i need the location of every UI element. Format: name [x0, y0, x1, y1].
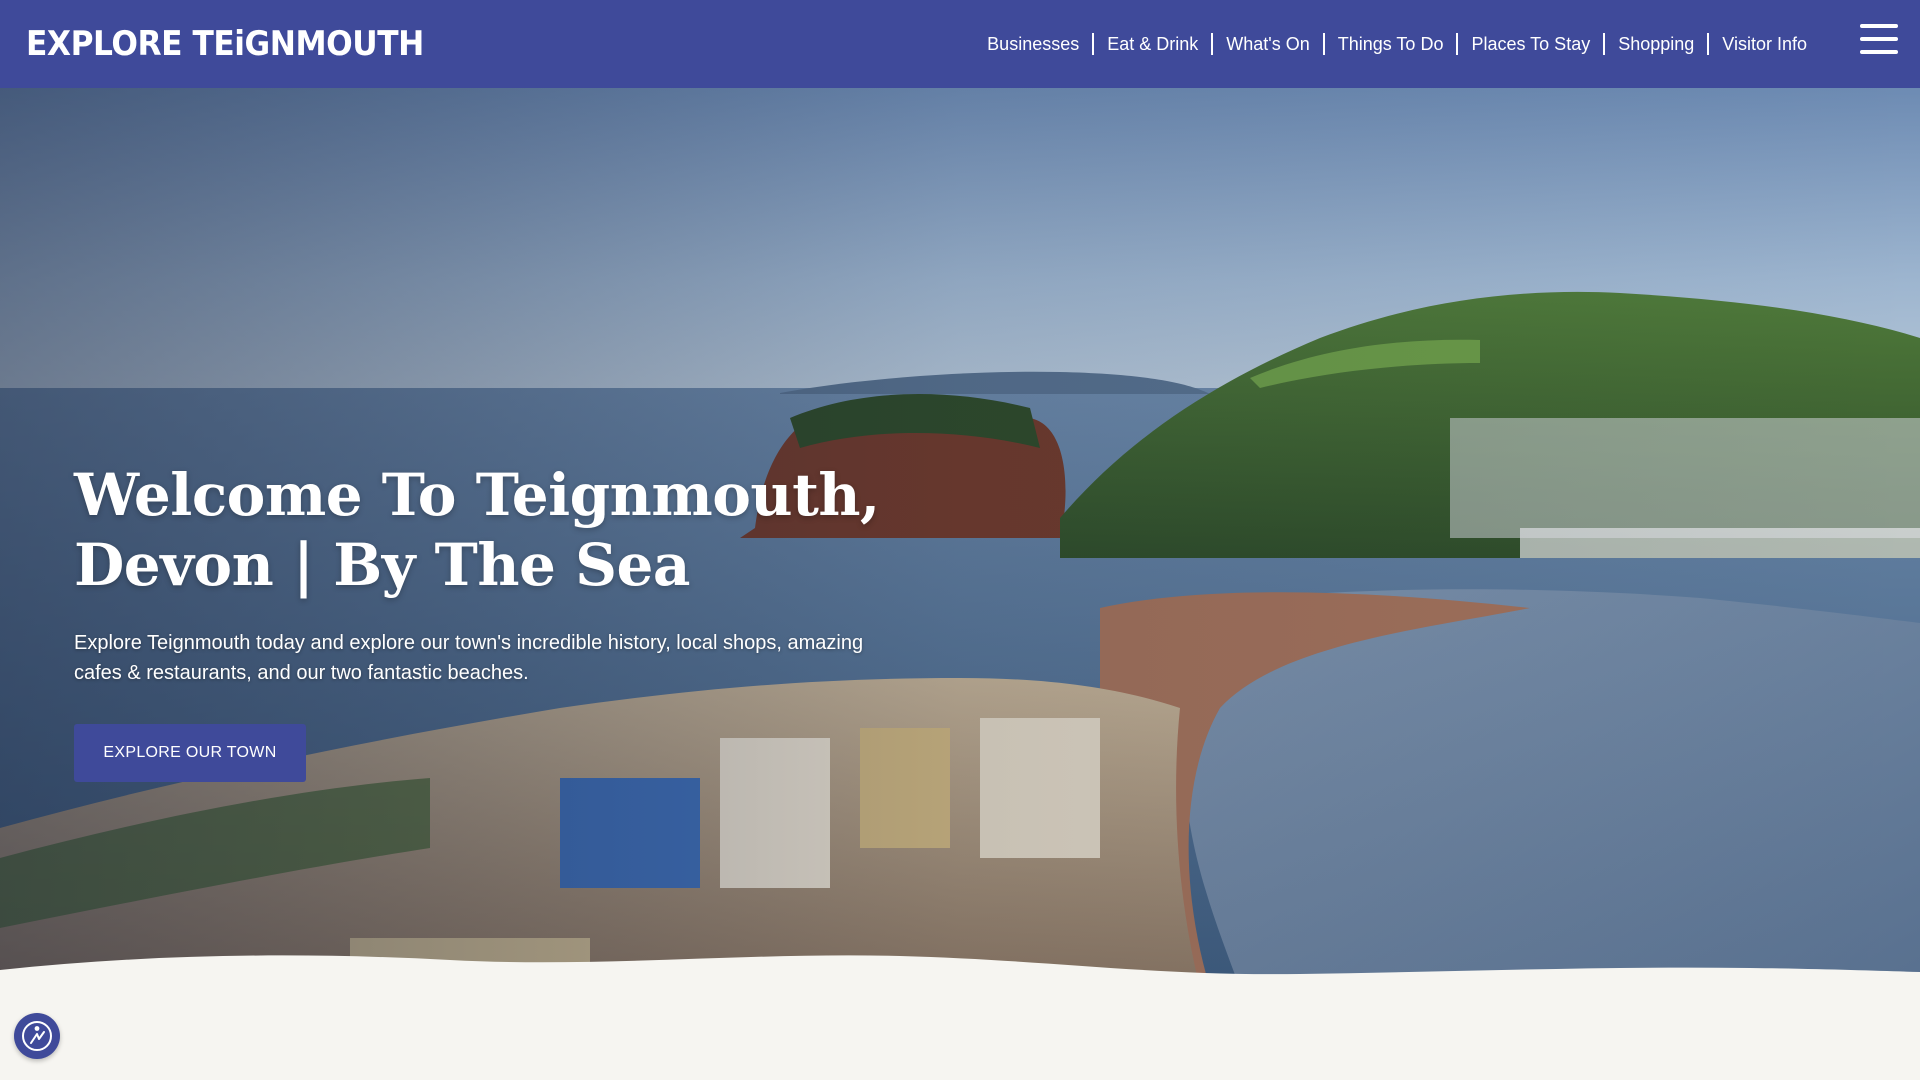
explore-our-town-button[interactable]: EXPLORE OUR TOWN: [74, 724, 306, 782]
content-area: [0, 990, 1920, 1080]
wave-divider: [0, 955, 1920, 1000]
nav-whats-on[interactable]: What's On: [1213, 32, 1322, 56]
nav-eat-drink[interactable]: Eat & Drink: [1094, 32, 1211, 56]
site-logo[interactable]: EXPLORE TEiGNMOUTH: [26, 22, 424, 66]
hamburger-line: [1860, 50, 1898, 54]
hamburger-menu-icon[interactable]: [1860, 24, 1898, 54]
hero-section: Welcome To Teignmouth, Devon | By The Se…: [0, 88, 1920, 988]
main-nav: Businesses Eat & Drink What's On Things …: [974, 28, 1820, 60]
nav-things-to-do[interactable]: Things To Do: [1325, 32, 1457, 56]
nav-visitor-info[interactable]: Visitor Info: [1709, 32, 1820, 56]
hero-content: Welcome To Teignmouth, Devon | By The Se…: [74, 460, 894, 782]
nav-places-to-stay[interactable]: Places To Stay: [1458, 32, 1603, 56]
accessibility-icon[interactable]: [14, 1013, 60, 1059]
accessibility-glyph-icon: [22, 1021, 52, 1051]
hero-title-line-2: Devon | By The Sea: [74, 531, 690, 599]
hero-title-line-1: Welcome To Teignmouth,: [74, 461, 880, 529]
hamburger-line: [1860, 37, 1898, 41]
hero-title: Welcome To Teignmouth, Devon | By The Se…: [74, 460, 894, 600]
hamburger-line: [1860, 24, 1898, 28]
nav-businesses[interactable]: Businesses: [974, 32, 1092, 56]
site-header: EXPLORE TEiGNMOUTH Businesses Eat & Drin…: [0, 0, 1920, 88]
hero-description: Explore Teignmouth today and explore our…: [74, 632, 864, 684]
nav-shopping[interactable]: Shopping: [1605, 32, 1707, 56]
